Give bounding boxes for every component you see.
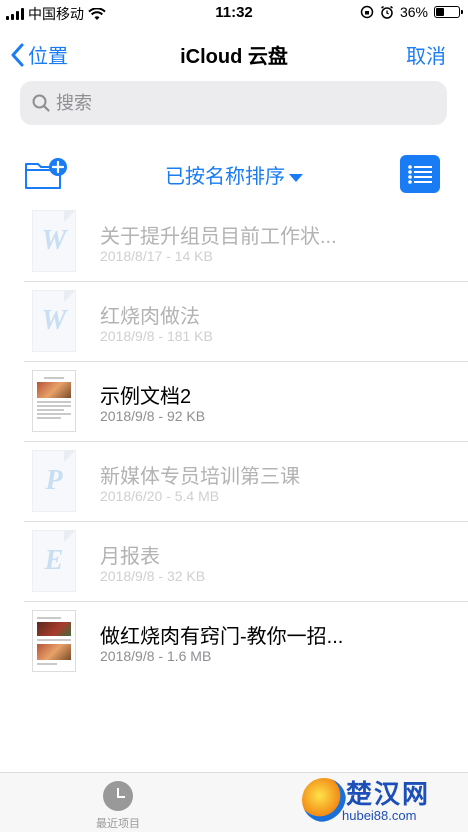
file-row[interactable]: W 关于提升组员目前工作状... 2018/8/17 - 14 KB	[0, 202, 468, 282]
file-list: W 关于提升组员目前工作状... 2018/8/17 - 14 KB W 红烧肉…	[0, 202, 468, 682]
document-thumbnail	[32, 610, 76, 672]
back-button[interactable]: 位置	[10, 40, 68, 69]
status-bar-right: 36%	[360, 4, 463, 20]
file-meta: 2018/9/8 - 32 KB	[100, 568, 206, 584]
word-doc-icon: W	[32, 290, 76, 352]
status-bar: 中国移动 11:32 36%	[0, 0, 468, 26]
file-name: 新媒体专员培训第三课	[100, 466, 300, 488]
toolbar: 已按名称排序	[0, 150, 468, 196]
file-meta: 2018/9/8 - 181 KB	[100, 328, 213, 344]
watermark-logo-icon	[302, 778, 346, 822]
search-bar[interactable]	[20, 81, 447, 125]
battery-percent: 36%	[399, 4, 428, 20]
battery-icon	[434, 6, 463, 18]
excel-doc-icon: E	[32, 530, 76, 592]
file-meta: 2018/9/8 - 92 KB	[100, 408, 206, 424]
chevron-left-icon	[11, 43, 24, 66]
search-input[interactable]	[56, 92, 416, 114]
file-row[interactable]: W 红烧肉做法 2018/9/8 - 181 KB	[0, 282, 468, 362]
file-name: 示例文档2	[100, 386, 192, 408]
powerpoint-doc-icon: P	[32, 450, 76, 512]
watermark: 楚汉网 hubei88.com	[302, 774, 462, 828]
orientation-lock-icon	[360, 5, 374, 19]
file-name: 关于提升组员目前工作状...	[100, 226, 337, 248]
file-name: 月报表	[100, 546, 160, 568]
file-meta: 2018/6/20 - 5.4 MB	[100, 488, 220, 504]
tab-bar: 最近项目 楚汉网 hubei88.com	[0, 772, 468, 832]
battery-fill	[436, 8, 444, 16]
document-thumbnail	[32, 370, 76, 432]
list-view-button[interactable]	[400, 155, 440, 193]
tab-recent-label: 最近项目	[96, 818, 140, 830]
file-row[interactable]: 示例文档2 2018/9/8 - 92 KB	[0, 362, 468, 442]
file-row[interactable]: P 新媒体专员培训第三课 2018/6/20 - 5.4 MB	[0, 442, 468, 522]
file-row[interactable]: 做红烧肉有窍门-教你一招... 2018/9/8 - 1.6 MB	[0, 602, 468, 682]
file-name: 做红烧肉有窍门-教你一招...	[100, 626, 344, 648]
sort-menu-button[interactable]: 已按名称排序	[0, 160, 468, 189]
file-meta: 2018/9/8 - 1.6 MB	[100, 648, 212, 664]
watermark-title: 楚汉网	[346, 779, 431, 809]
caret-down-icon	[289, 173, 303, 182]
cancel-button[interactable]: 取消	[406, 40, 446, 69]
navigation-bar: 位置 iCloud 云盘 取消	[0, 30, 468, 76]
watermark-url: hubei88.com	[342, 808, 417, 823]
list-view-icon	[408, 165, 432, 184]
file-name: 红烧肉做法	[100, 306, 200, 328]
word-doc-icon: W	[32, 210, 76, 272]
page-title: iCloud 云盘	[180, 46, 288, 68]
file-row[interactable]: E 月报表 2018/9/8 - 32 KB	[0, 522, 468, 602]
back-button-label: 位置	[28, 46, 68, 68]
clock-icon	[103, 781, 133, 811]
alarm-icon	[381, 5, 393, 19]
sort-label: 已按名称排序	[165, 166, 285, 188]
search-icon	[32, 94, 50, 112]
file-meta: 2018/8/17 - 14 KB	[100, 248, 213, 264]
tab-recent[interactable]: 最近项目	[88, 781, 148, 831]
